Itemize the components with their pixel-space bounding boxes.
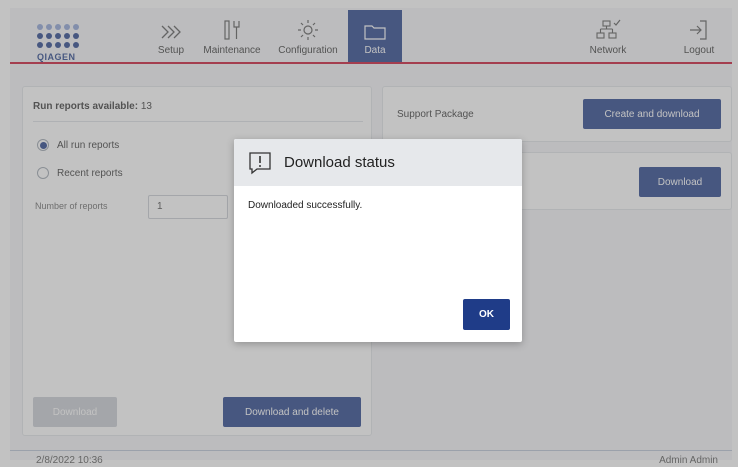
ok-button[interactable]: OK bbox=[463, 299, 510, 330]
dialog-message: Downloaded successfully. bbox=[248, 200, 363, 211]
download-status-dialog: Download status Downloaded successfully.… bbox=[234, 139, 522, 342]
message-alert-icon bbox=[249, 151, 271, 174]
dialog-header: Download status bbox=[234, 139, 522, 186]
dialog-title: Download status bbox=[284, 154, 395, 171]
